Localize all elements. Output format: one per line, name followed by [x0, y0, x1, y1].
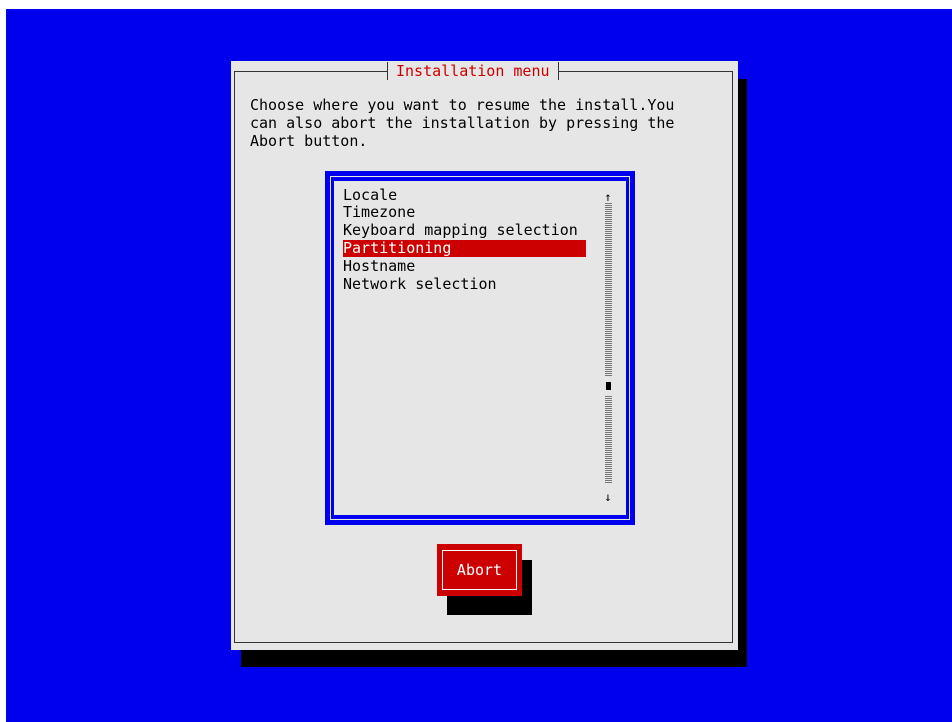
scrollbar-track-upper[interactable]: [605, 203, 612, 376]
scroll-up-arrow-icon[interactable]: ↑: [601, 191, 615, 203]
installation-menu-dialog: Installation menu Choose where you want …: [231, 61, 738, 650]
menu-item-timezone[interactable]: Timezone: [343, 204, 586, 221]
menu-item-locale[interactable]: Locale: [343, 187, 586, 204]
scroll-down-arrow-icon[interactable]: ↓: [601, 491, 615, 503]
dialog-shadow-right: [738, 79, 747, 667]
dialog-shadow-bottom: [241, 650, 747, 667]
dialog-title: Installation menu: [387, 62, 559, 80]
menu-item-partitioning[interactable]: Partitioning: [343, 240, 586, 257]
abort-button[interactable]: Abort: [437, 544, 522, 596]
menu-listbox[interactable]: Locale Timezone Keyboard mapping selecti…: [325, 171, 635, 525]
abort-button-label: Abort: [456, 561, 503, 579]
menu-item-hostname[interactable]: Hostname: [343, 258, 586, 275]
dialog-message: Choose where you want to resume the inst…: [250, 96, 675, 150]
menu-item-network-selection[interactable]: Network selection: [343, 276, 586, 293]
menu-item-keyboard-mapping[interactable]: Keyboard mapping selection: [343, 222, 586, 239]
scrollbar-track-lower[interactable]: [605, 396, 612, 483]
scrollbar-thumb[interactable]: [606, 382, 611, 390]
menu-list: Locale Timezone Keyboard mapping selecti…: [334, 181, 626, 515]
